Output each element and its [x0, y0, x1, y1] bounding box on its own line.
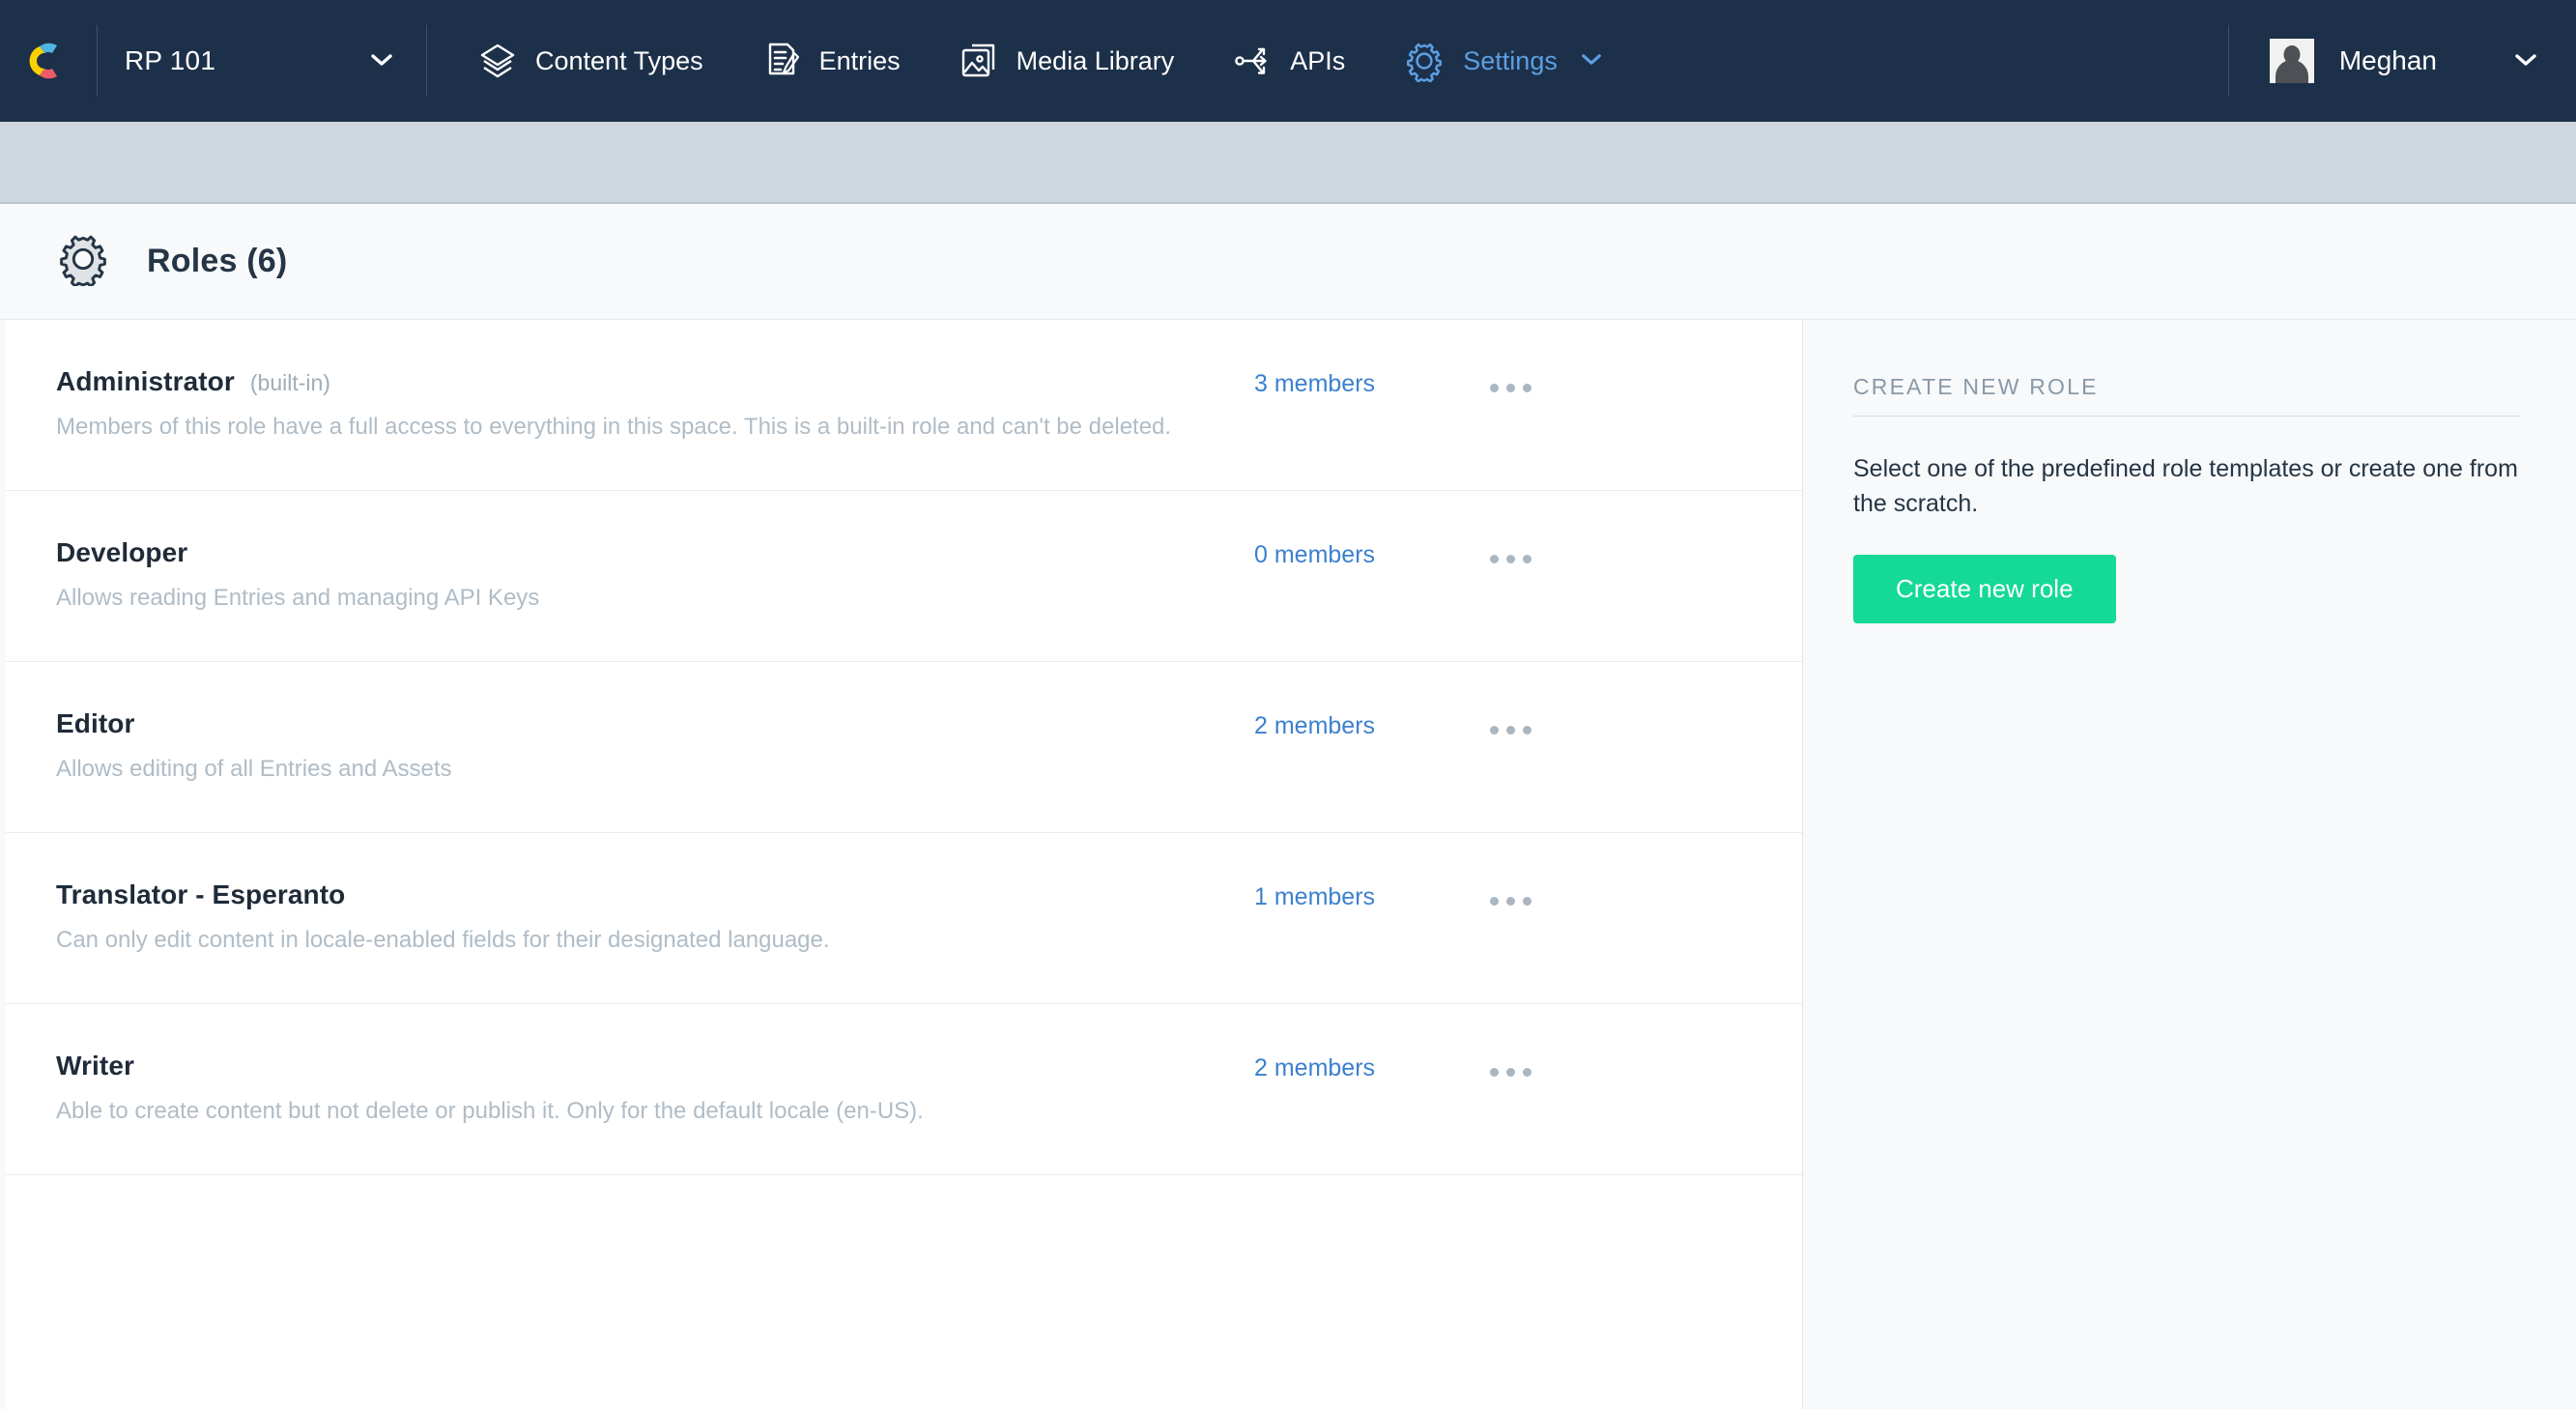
role-members: 2 members — [1254, 1051, 1447, 1082]
create-new-role-button[interactable]: Create new role — [1853, 555, 2116, 623]
contentful-logo-icon — [23, 36, 73, 86]
ellipsis-icon[interactable] — [1482, 889, 1539, 913]
role-actions — [1447, 1051, 1573, 1084]
gear-icon — [56, 232, 110, 291]
user-name: Meghan — [2339, 45, 2437, 76]
page-title: Roles (6) — [147, 243, 287, 280]
nav-item-label: Media Library — [1016, 46, 1175, 76]
space-name: RP 101 — [125, 45, 215, 76]
role-actions — [1447, 366, 1573, 400]
sidebar-heading: CREATE NEW ROLE — [1853, 374, 2520, 417]
main-nav-items: Content Types Entries Med — [427, 0, 1631, 122]
table-row[interactable]: Editor Allows editing of all Entries and… — [6, 662, 1802, 833]
members-link[interactable]: 1 members — [1254, 883, 1375, 910]
nav-item-label: APIs — [1290, 46, 1345, 76]
role-title-line: Administrator (built-in) — [56, 366, 1225, 397]
chevron-down-icon — [370, 50, 393, 72]
role-actions — [1447, 879, 1573, 913]
role-info: Translator - Esperanto Can only edit con… — [56, 879, 1254, 957]
role-description: Allows reading Entries and managing API … — [56, 582, 1225, 615]
nav-item-label: Settings — [1463, 46, 1558, 76]
create-role-sidebar: CREATE NEW ROLE Select one of the predef… — [1803, 320, 2576, 1409]
ellipsis-icon[interactable] — [1482, 376, 1539, 400]
chevron-down-icon — [1581, 50, 1602, 72]
members-link[interactable]: 2 members — [1254, 1054, 1375, 1081]
space-selector[interactable]: RP 101 — [98, 0, 426, 122]
stack-layers-icon — [477, 41, 518, 81]
role-info: Developer Allows reading Entries and man… — [56, 537, 1254, 615]
role-description: Allows editing of all Entries and Assets — [56, 753, 1225, 786]
image-stack-icon — [959, 41, 999, 81]
role-description: Able to create content but not delete or… — [56, 1095, 1225, 1128]
role-badge: (built-in) — [250, 370, 330, 396]
role-title-line: Translator - Esperanto — [56, 879, 1225, 910]
sidebar-description: Select one of the predefined role templa… — [1853, 451, 2520, 522]
role-members: 3 members — [1254, 366, 1447, 398]
role-members: 2 members — [1254, 708, 1447, 740]
nav-item-apis[interactable]: APIs — [1203, 0, 1374, 122]
role-name: Editor — [56, 708, 134, 739]
contentful-logo[interactable] — [0, 36, 97, 86]
members-link[interactable]: 3 members — [1254, 370, 1375, 397]
role-title-line: Developer — [56, 537, 1225, 568]
role-description: Members of this role have a full access … — [56, 411, 1225, 444]
role-info: Administrator (built-in) Members of this… — [56, 366, 1254, 444]
role-info: Editor Allows editing of all Entries and… — [56, 708, 1254, 786]
role-actions — [1447, 537, 1573, 571]
nav-item-settings[interactable]: Settings — [1374, 0, 1631, 122]
role-actions — [1447, 708, 1573, 742]
secondary-bar — [0, 122, 2576, 204]
table-row[interactable]: Administrator (built-in) Members of this… — [6, 320, 1802, 491]
role-name: Developer — [56, 537, 187, 568]
avatar — [2270, 39, 2314, 83]
page-content: Administrator (built-in) Members of this… — [0, 320, 2576, 1409]
ellipsis-icon[interactable] — [1482, 718, 1539, 742]
members-link[interactable]: 0 members — [1254, 541, 1375, 568]
roles-list: Administrator (built-in) Members of this… — [6, 320, 1803, 1409]
top-navigation-bar: RP 101 Content Types — [0, 0, 2576, 122]
ellipsis-icon[interactable] — [1482, 1060, 1539, 1084]
role-name: Administrator — [56, 366, 235, 397]
nav-item-content-types[interactable]: Content Types — [448, 0, 732, 122]
role-name: Writer — [56, 1051, 134, 1081]
user-menu[interactable]: Meghan — [2228, 0, 2576, 122]
document-pen-icon — [761, 41, 802, 81]
table-row[interactable]: Developer Allows reading Entries and man… — [6, 491, 1802, 662]
role-members: 0 members — [1254, 537, 1447, 569]
members-link[interactable]: 2 members — [1254, 712, 1375, 739]
role-name: Translator - Esperanto — [56, 879, 345, 910]
page-header: Roles (6) — [0, 204, 2576, 320]
api-node-graph-icon — [1232, 41, 1273, 81]
nav-item-media-library[interactable]: Media Library — [930, 0, 1204, 122]
role-info: Writer Able to create content but not de… — [56, 1051, 1254, 1128]
nav-item-label: Content Types — [535, 46, 703, 76]
gear-icon — [1403, 40, 1445, 82]
role-title-line: Editor — [56, 708, 1225, 739]
nav-item-entries[interactable]: Entries — [732, 0, 930, 122]
role-members: 1 members — [1254, 879, 1447, 911]
table-row[interactable]: Translator - Esperanto Can only edit con… — [6, 833, 1802, 1004]
role-description: Can only edit content in locale-enabled … — [56, 924, 1225, 957]
table-row[interactable]: Writer Able to create content but not de… — [6, 1004, 1802, 1175]
nav-item-label: Entries — [819, 46, 901, 76]
ellipsis-icon[interactable] — [1482, 547, 1539, 571]
nav-divider-3 — [2228, 25, 2229, 97]
chevron-down-icon — [2514, 50, 2537, 72]
role-title-line: Writer — [56, 1051, 1225, 1081]
